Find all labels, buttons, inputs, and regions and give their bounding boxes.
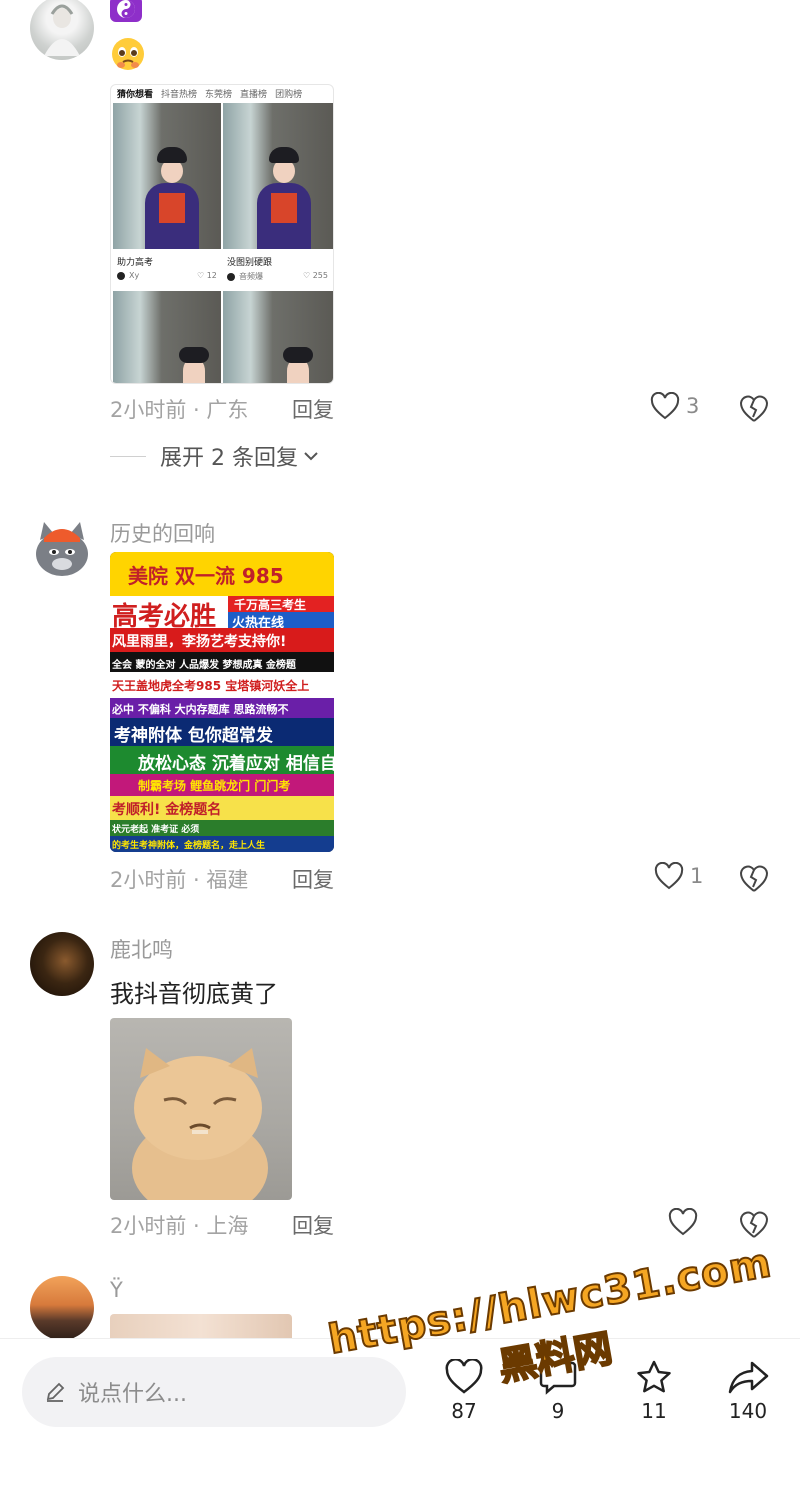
- avatar[interactable]: [30, 932, 94, 996]
- heart-icon: [654, 862, 684, 890]
- pencil-icon: [46, 1382, 65, 1402]
- expand-replies-label: 展开 2 条回复: [160, 446, 298, 471]
- comment-time-location: 2小时前 · 上海: [110, 1214, 249, 1238]
- video-thumbnail: [113, 291, 221, 383]
- comment-text: 我抖音彻底黄了: [110, 980, 278, 1008]
- video-thumbnail: [113, 103, 221, 249]
- broken-heart-icon[interactable]: [738, 862, 770, 894]
- comment-image[interactable]: [110, 1314, 292, 1338]
- poster-line: 火热在线: [228, 612, 334, 631]
- reply-button[interactable]: 回复: [292, 864, 334, 894]
- poster-line: 风里雨里，李扬艺考支持你!: [110, 628, 334, 652]
- comment-time-location: 2小时前 · 广东: [110, 398, 249, 422]
- pleading-face-icon: [110, 36, 146, 72]
- like-button[interactable]: 1: [654, 862, 703, 890]
- avatar[interactable]: [30, 0, 94, 60]
- poster-line: 必中 不偏科 大内存题库 思路流畅不: [110, 698, 334, 718]
- comment-time-location: 2小时前 · 福建: [110, 868, 249, 892]
- expand-replies-button[interactable]: 展开 2 条回复: [110, 440, 320, 472]
- cat-illustration: [132, 1048, 268, 1200]
- poster-line: 放松心态 沉着应对 相信自: [110, 746, 334, 774]
- chevron-down-icon: [304, 452, 318, 461]
- embedded-tab-bar: 猜你想看 抖音热榜 东莞榜 直播榜 团购榜: [111, 85, 333, 101]
- card-title: 助力高考: [117, 258, 154, 268]
- comment-input-placeholder: 说点什么...: [78, 1382, 187, 1407]
- poster-line: 的考生考神附体，金榜题名，走上人生: [110, 836, 334, 852]
- embedded-tab: 团购榜: [275, 90, 303, 100]
- comment-username[interactable]: 历史的回响: [110, 518, 215, 548]
- yin-yang-icon: [110, 0, 142, 22]
- comment-username[interactable]: 鹿北鸣: [110, 934, 173, 964]
- poster-line: 考顺利! 金榜题名: [110, 796, 334, 820]
- card-title: 没图别硬跟: [227, 258, 273, 268]
- broken-heart-icon[interactable]: [738, 1208, 770, 1240]
- like-button[interactable]: 3: [650, 392, 699, 420]
- embedded-tab: 抖音热榜: [161, 90, 198, 100]
- broken-heart-icon[interactable]: [738, 392, 770, 424]
- comment-username[interactable]: Ÿ: [110, 1278, 123, 1302]
- poster-line: 千万高三考生: [228, 596, 334, 612]
- like-count: 3: [686, 394, 700, 418]
- card-likes: ♡ 255: [303, 271, 328, 280]
- reply-button[interactable]: 回复: [292, 394, 334, 424]
- heart-icon: [650, 392, 680, 420]
- poster-line: 状元老起 准考证 必须: [110, 820, 334, 836]
- card-author: 音频爆: [227, 271, 263, 282]
- embedded-tab: 猜你想看: [117, 90, 154, 100]
- avatar[interactable]: [30, 1276, 94, 1340]
- video-thumbnail: [223, 103, 333, 249]
- comment-image[interactable]: 美院 双一流 985 高考必胜 千万高三考生 火热在线 风里雨里，李扬艺考支持你…: [110, 552, 334, 852]
- embedded-tab: 直播榜: [240, 90, 268, 100]
- video-thumbnail: [223, 291, 333, 383]
- like-count: 1: [690, 864, 704, 888]
- reply-button[interactable]: 回复: [292, 1210, 334, 1240]
- like-button[interactable]: [668, 1208, 704, 1236]
- comment-image[interactable]: 猜你想看 抖音热榜 东莞榜 直播榜 团购榜 助力高考 没图别硬跟 Xy ♡ 12…: [110, 84, 334, 384]
- card-likes: ♡ 12: [197, 271, 217, 280]
- embedded-tab: 东莞榜: [205, 90, 233, 100]
- card-author: Xy: [117, 271, 139, 280]
- poster-line: 制霸考场 鲤鱼跳龙门 门门考: [110, 774, 334, 796]
- divider: [110, 455, 146, 457]
- avatar[interactable]: [30, 516, 94, 580]
- comment-image[interactable]: [110, 1018, 292, 1200]
- share-action-count: 140: [728, 1399, 768, 1423]
- poster-line: 考神附体 包你超常发: [110, 718, 334, 746]
- poster-line: 美院 双一流 985: [110, 552, 334, 596]
- poster-line: 全会 蒙的全对 人品爆发 梦想成真 金榜题: [110, 652, 334, 672]
- heart-icon: [668, 1208, 698, 1236]
- poster-line: 天王盖地虎全考985 宝塔镇河妖全上: [110, 672, 334, 698]
